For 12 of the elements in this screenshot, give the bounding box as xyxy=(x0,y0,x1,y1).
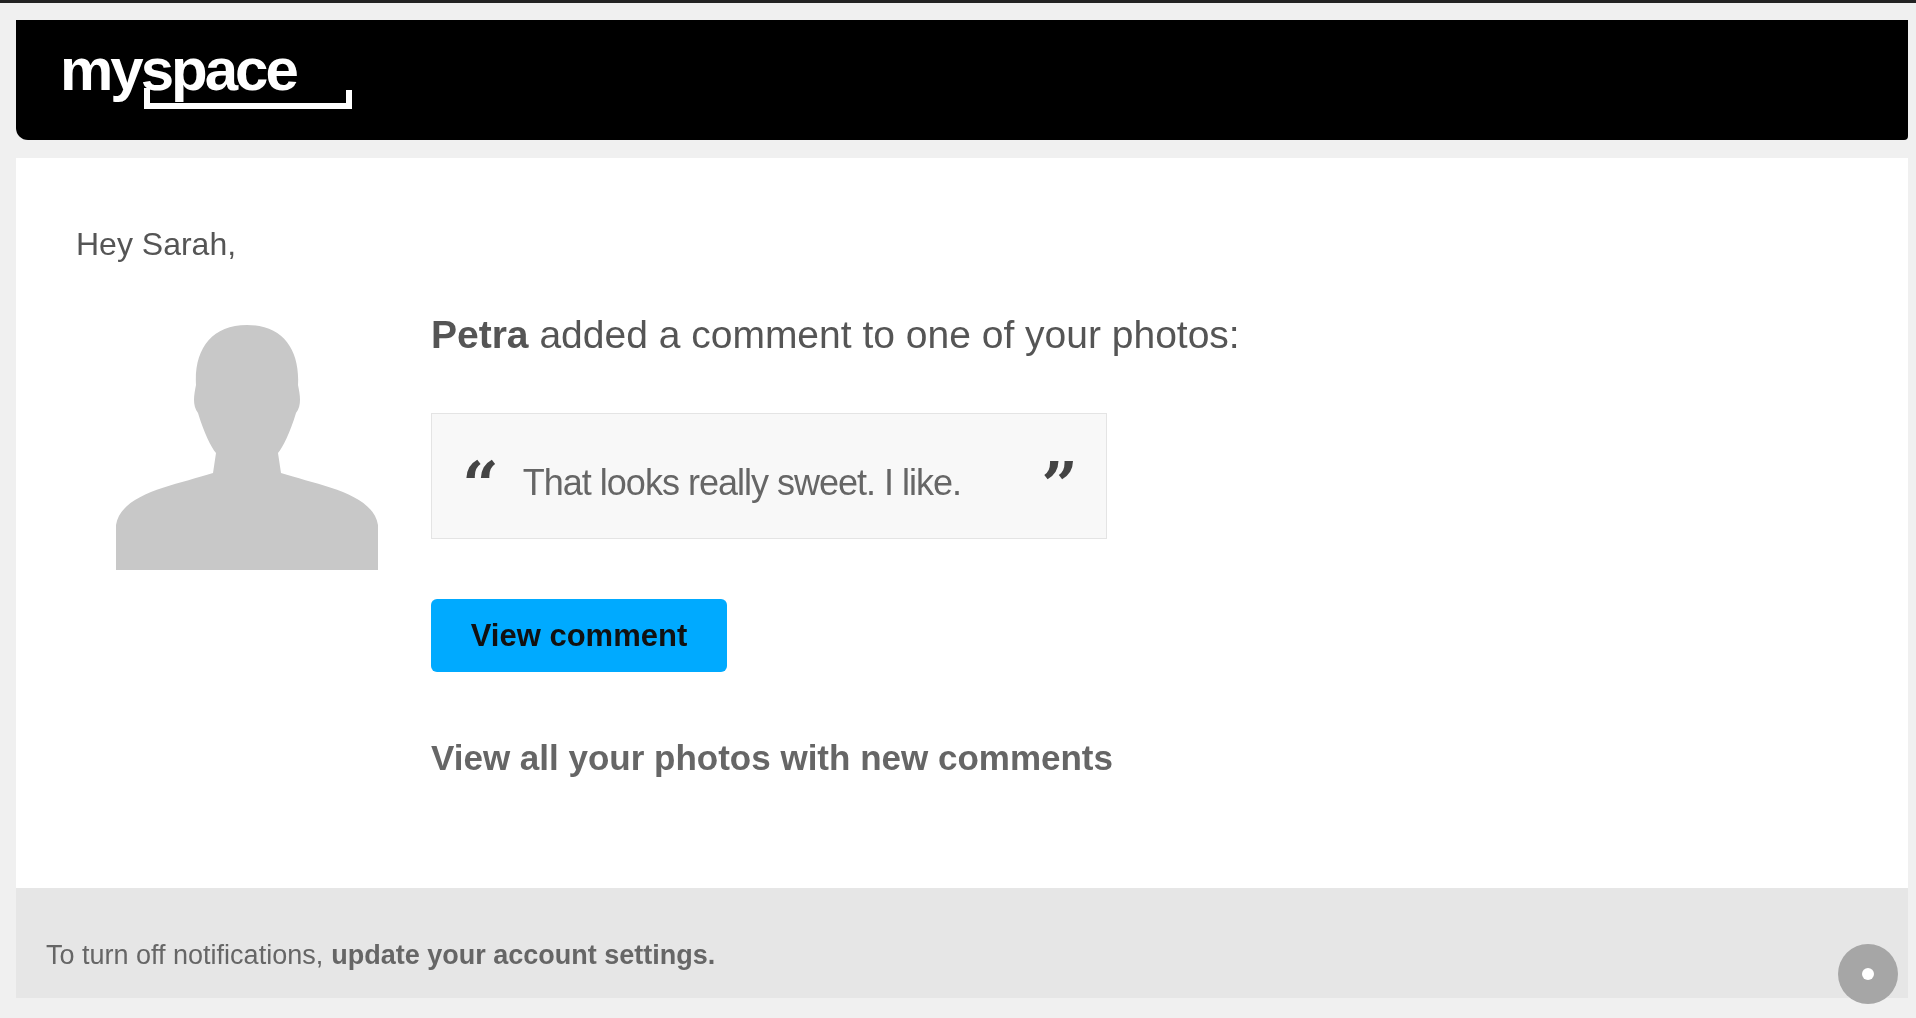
comment-text: That looks really sweet. I like. xyxy=(522,462,962,504)
greeting: Hey Sarah, xyxy=(76,226,237,263)
view-comment-button[interactable]: View comment xyxy=(431,599,727,672)
floating-dot-button[interactable] xyxy=(1838,944,1898,1004)
logo[interactable]: myspace xyxy=(60,40,296,100)
open-quote-mark: “ xyxy=(462,453,499,499)
view-all-photos-link[interactable]: View all your photos with new comments xyxy=(431,738,1113,778)
footer-text: To turn off notifications, xyxy=(46,939,324,971)
close-quote-mark: ” xyxy=(1041,453,1078,499)
account-settings-link[interactable]: update your account settings. xyxy=(331,939,716,971)
avatar-silhouette-icon xyxy=(116,325,378,570)
comment-message: Petra added a comment to one of your photos: xyxy=(431,313,1240,357)
